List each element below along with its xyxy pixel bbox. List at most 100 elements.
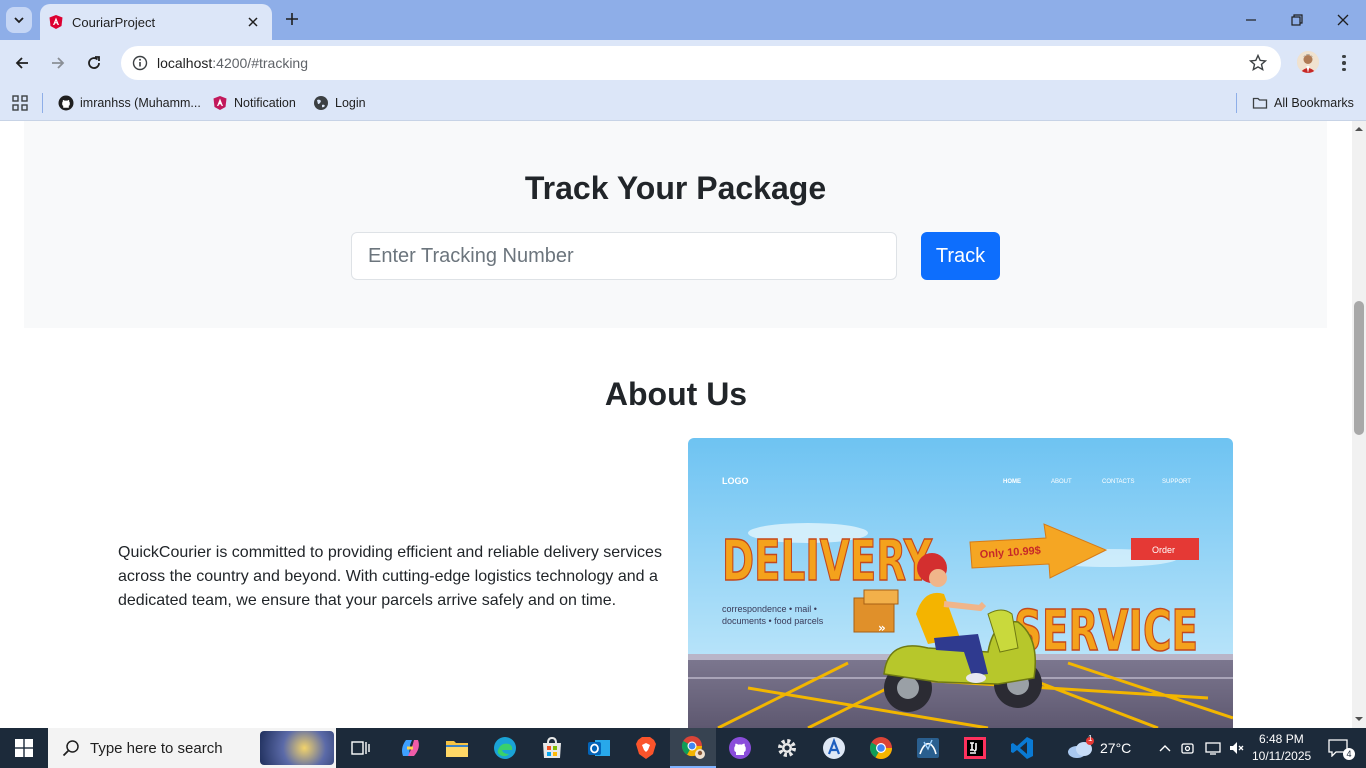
scroll-up-arrow-icon[interactable] [1355,125,1363,133]
restore-button[interactable] [1274,0,1320,40]
track-button[interactable]: Track [921,232,1000,280]
windows-logo-icon [15,739,33,757]
close-tab-icon[interactable] [244,13,262,31]
clock-date[interactable]: 10/11/2025 [1252,749,1311,763]
network-icon [1205,742,1221,755]
chevron-down-icon [14,17,24,24]
tracking-number-input[interactable] [351,232,897,280]
copilot-icon [402,740,419,756]
apps-grid-icon [12,95,28,111]
taskbar-search[interactable]: Type here to search [48,728,336,768]
weather-widget[interactable]: 1 27°C [1066,728,1142,768]
taskbar-settings[interactable] [764,728,810,768]
show-hidden-icons-button[interactable] [1154,728,1176,768]
tracking-title: Track Your Package [524,170,827,206]
bookmark-login[interactable]: Login [313,92,366,114]
outlook-icon [588,740,610,756]
all-bookmarks-label: All Bookmarks [1274,96,1354,110]
camera-icon [1181,743,1194,754]
back-button[interactable] [10,51,34,75]
arrow-left-icon [15,57,28,69]
image-headline-delivery: DELIVERY [722,529,933,594]
task-view-button[interactable] [338,728,384,768]
site-info-icon[interactable] [123,46,157,80]
svg-text:»: » [878,621,886,635]
delivery-service-image: LOGO HOME ABOUT CONTACTS SUPPORT DELIVER… [688,438,1233,728]
image-nav-about: ABOUT [1051,479,1072,485]
taskbar-file-explorer[interactable] [434,728,480,768]
scrollbar-thumb[interactable] [1354,301,1364,435]
about-title: About Us [604,376,748,412]
bookmark-notification[interactable]: Notification [212,92,296,114]
search-highlight-image[interactable] [260,731,334,765]
start-button[interactable] [0,728,48,768]
github-icon [58,95,74,111]
image-nav-contacts: CONTACTS [1102,479,1135,485]
reload-button[interactable] [82,51,106,75]
taskbar-store[interactable] [529,728,575,768]
minimize-button[interactable] [1228,0,1274,40]
angular-icon [212,95,228,111]
url-host: localhost [157,55,213,71]
bookmark-label: Login [335,96,366,110]
bookmarks-divider [1236,93,1237,113]
bookmark-github[interactable]: imranhss (Muhamm... [58,92,201,114]
folder-icon [446,741,468,757]
weather-temp: 27°C [1100,740,1132,756]
image-headline-service: SERVICE [1014,599,1198,664]
about-text: QuickCourier is committed to providing e… [118,544,662,609]
notification-center-button[interactable]: 4 [1320,728,1356,768]
image-logo-text: LOGO [722,476,749,486]
page-scrollbar[interactable] [1352,121,1366,728]
intellij-icon [964,737,986,759]
url-text: localhost:4200/#tracking [157,55,308,71]
page-content: Track Your Package Track About Us QuickC… [0,121,1352,728]
taskbar-chrome[interactable] [858,728,904,768]
tab-title: CouriarProject [72,14,156,30]
taskbar-mysql-workbench[interactable] [905,728,951,768]
image-nav-home: HOME [1003,479,1021,485]
close-window-button[interactable] [1320,0,1366,40]
arrow-right-icon [52,57,65,69]
taskbar-edge[interactable] [482,728,528,768]
brave-icon [636,737,656,759]
plus-icon [286,13,298,25]
github-desktop-icon [729,737,751,759]
tab-search-button[interactable] [6,7,32,33]
profile-avatar[interactable] [1297,51,1319,73]
taskbar-chrome-profile[interactable] [670,728,716,768]
browser-menu-button[interactable] [1334,52,1354,74]
taskbar-intellij[interactable] [952,728,998,768]
vscode-icon [1011,737,1033,759]
forward-button[interactable] [46,51,70,75]
tray-volume[interactable] [1226,728,1248,768]
taskbar-app-installer[interactable] [811,728,857,768]
all-bookmarks-button[interactable]: All Bookmarks [1252,92,1354,114]
bookmarks-divider [42,93,43,113]
new-tab-button[interactable] [282,9,302,29]
taskbar-brave[interactable] [623,728,669,768]
taskbar-outlook[interactable] [576,728,622,768]
tab-couriarproject[interactable]: CouriarProject [40,4,272,40]
weather-badge: 1 [1088,734,1093,743]
app-installer-icon [823,737,845,759]
chrome-icon [870,737,892,759]
reload-icon [88,56,100,69]
bookmark-label: Notification [234,96,296,110]
store-icon [543,736,561,758]
image-order-button: Order [1152,545,1175,555]
tray-meet-now[interactable] [1178,728,1200,768]
chrome-icon [681,736,705,759]
task-view-icon [351,741,370,755]
search-icon [62,740,79,757]
bookmark-star-icon[interactable] [1249,54,1267,72]
browser-toolbar: localhost:4200/#tracking [0,40,1366,86]
taskbar-github-desktop[interactable] [717,728,763,768]
clock-time[interactable]: 6:48 PM [1259,732,1304,746]
apps-button[interactable] [12,92,28,114]
address-bar[interactable]: localhost:4200/#tracking [121,46,1281,80]
taskbar-vscode[interactable] [999,728,1045,768]
tray-network[interactable] [1202,728,1224,768]
taskbar-copilot[interactable] [387,728,433,768]
scroll-down-arrow-icon[interactable] [1355,715,1363,723]
